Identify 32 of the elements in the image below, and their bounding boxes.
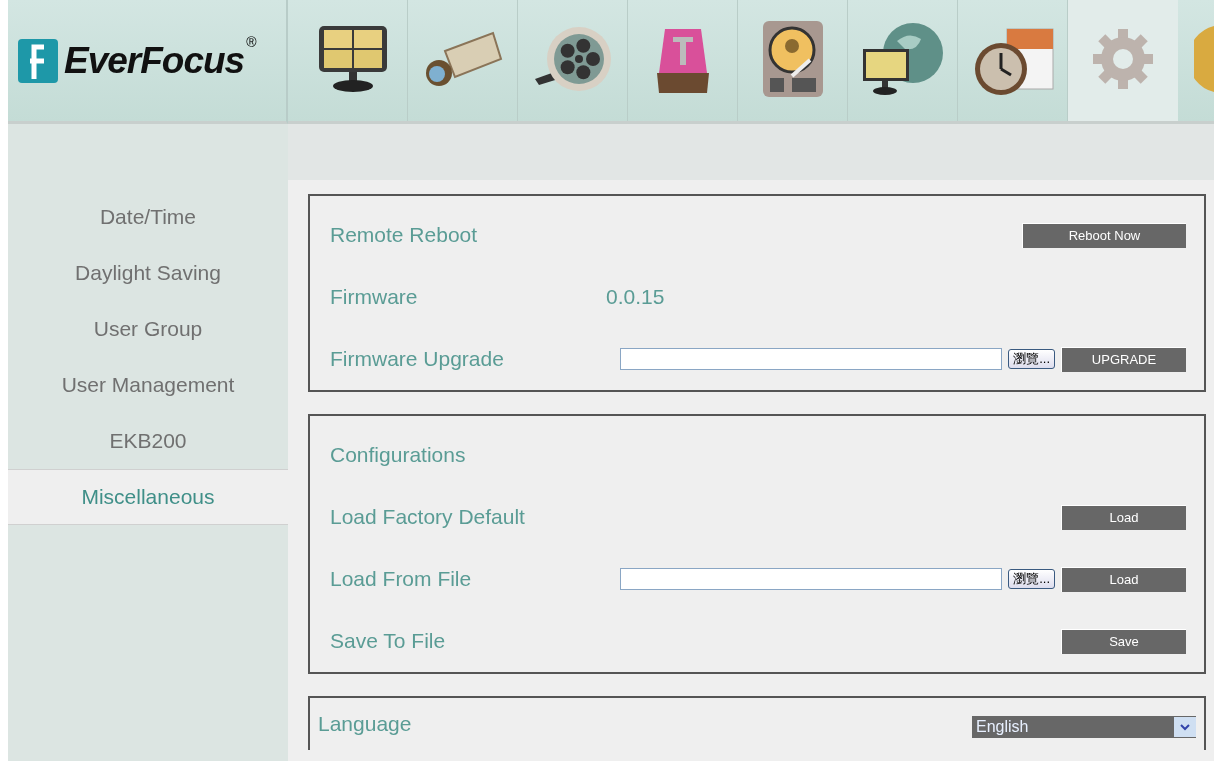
sidebar-item[interactable]: EKB200 (8, 413, 288, 469)
action-button[interactable]: Reboot Now (1022, 222, 1186, 248)
file-path-field[interactable] (620, 568, 1003, 590)
firmware-version: 0.0.15 (606, 285, 666, 309)
sidebar-item[interactable]: Miscellaneous (8, 469, 288, 525)
setting-label: Load Factory Default (330, 505, 526, 529)
sidebar-item[interactable]: User Group (8, 301, 288, 357)
setting-label: Configurations (330, 443, 467, 467)
monitor-icon (316, 23, 389, 94)
browse-button[interactable]: 瀏覽... (1008, 569, 1055, 589)
sidebar-item[interactable]: User Management (8, 357, 288, 413)
setting-label: Save To File (330, 629, 447, 653)
setting-label: Load From File (330, 567, 473, 591)
setting-label: Firmware (330, 285, 419, 309)
registered-mark: ® (246, 34, 257, 50)
chevron-down-icon (1180, 723, 1190, 731)
logo-icon (18, 38, 58, 83)
logo-text: EverFocus (64, 39, 245, 82)
action-button[interactable]: Save (1061, 628, 1186, 654)
action-button[interactable]: Load (1061, 504, 1186, 530)
action-button[interactable]: Load (1061, 566, 1186, 592)
setting-label: Firmware Upgrade (330, 347, 505, 371)
settings-icon (1090, 26, 1155, 91)
sidebar-item[interactable]: Date/Time (8, 189, 288, 245)
globe-monitor-icon (860, 20, 945, 97)
sidebar-item[interactable]: Daylight Saving (8, 245, 288, 301)
language-select[interactable]: English (972, 716, 1196, 738)
setting-label: Remote Reboot (330, 223, 479, 247)
setting-label: Language (318, 712, 412, 736)
file-path-field[interactable] (620, 348, 1003, 370)
action-button[interactable]: UPGRADE (1061, 346, 1186, 372)
browse-button[interactable]: 瀏覽... (1008, 349, 1055, 369)
